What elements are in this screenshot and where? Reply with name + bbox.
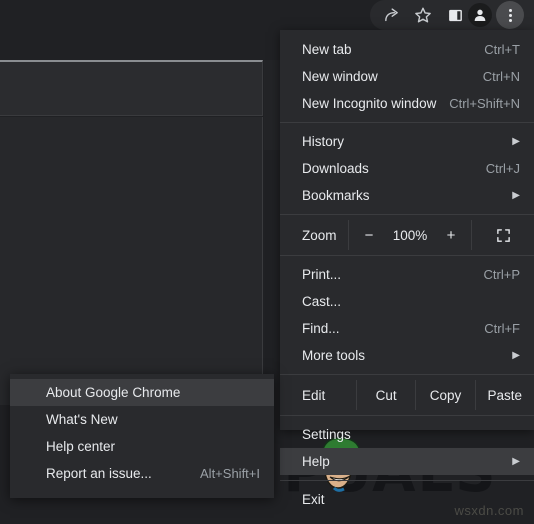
page-card-body: [0, 117, 263, 405]
profile-avatar-icon[interactable]: [468, 3, 492, 27]
menu-item-cast[interactable]: Cast...: [280, 288, 534, 315]
menu-divider: [280, 122, 534, 123]
bookmark-star-icon[interactable]: [410, 2, 436, 28]
menu-divider: [280, 374, 534, 375]
menu-item-label: Downloads: [302, 161, 369, 176]
menu-divider: [280, 415, 534, 416]
chevron-right-icon: ▶: [512, 455, 520, 467]
submenu-item-label: Help center: [46, 439, 116, 454]
submenu-item-about-google-chrome[interactable]: About Google Chrome: [10, 379, 274, 406]
page-right-edge: [264, 60, 280, 150]
menu-item-find[interactable]: Find... Ctrl+F: [280, 315, 534, 342]
cut-button[interactable]: Cut: [357, 388, 415, 403]
edit-row: Edit Cut Copy Paste: [280, 380, 534, 410]
menu-item-new-window[interactable]: New window Ctrl+N: [280, 63, 534, 90]
submenu-item-label: About Google Chrome: [46, 385, 181, 400]
menu-item-label: Cast...: [302, 294, 342, 309]
menu-item-label: Bookmarks: [302, 188, 370, 203]
browser-toolbar: [0, 0, 534, 30]
submenu-item-label: Report an issue...: [46, 466, 152, 481]
menu-item-label: Exit: [302, 492, 325, 507]
help-submenu: About Google Chrome What's New Help cent…: [10, 374, 274, 498]
menu-item-accel: Ctrl+F: [484, 321, 520, 336]
menu-divider: [280, 480, 534, 481]
copy-button[interactable]: Copy: [416, 388, 474, 403]
menu-item-new-tab[interactable]: New tab Ctrl+T: [280, 36, 534, 63]
menu-item-history[interactable]: History ▶: [280, 128, 534, 155]
submenu-item-help-center[interactable]: Help center: [10, 433, 274, 460]
menu-item-settings[interactable]: Settings: [280, 421, 534, 448]
side-panel-icon[interactable]: [442, 2, 468, 28]
submenu-item-report-an-issue[interactable]: Report an issue... Alt+Shift+I: [10, 460, 274, 487]
menu-item-accel: Ctrl+N: [482, 69, 520, 84]
chevron-right-icon: ▶: [512, 135, 520, 147]
menu-item-accel: Ctrl+T: [484, 42, 520, 57]
menu-item-label: Find...: [302, 321, 340, 336]
submenu-item-label: What's New: [46, 412, 118, 427]
menu-item-print[interactable]: Print... Ctrl+P: [280, 261, 534, 288]
zoom-level-value: 100%: [392, 227, 428, 243]
chevron-right-icon: ▶: [512, 349, 520, 361]
three-dot-menu-icon[interactable]: [496, 1, 524, 29]
share-icon[interactable]: [378, 2, 404, 28]
menu-item-label: Settings: [302, 427, 351, 442]
menu-item-more-tools[interactable]: More tools ▶: [280, 342, 534, 369]
menu-item-label: New tab: [302, 42, 352, 57]
zoom-row: Zoom − 100% +: [280, 220, 534, 250]
paste-button[interactable]: Paste: [476, 388, 534, 403]
menu-item-label: New Incognito window: [302, 96, 437, 111]
browser-window: APPUALS wsxdn.com: [0, 0, 534, 524]
menu-item-downloads[interactable]: Downloads Ctrl+J: [280, 155, 534, 182]
menu-item-accel: Ctrl+Shift+N: [449, 96, 520, 111]
fullscreen-button[interactable]: [472, 228, 534, 243]
menu-divider: [280, 214, 534, 215]
submenu-item-accel: Alt+Shift+I: [200, 466, 260, 481]
three-dot-glyph: [508, 8, 512, 22]
menu-item-accel: Ctrl+J: [485, 161, 520, 176]
menu-item-label: Help: [302, 454, 330, 469]
menu-item-label: More tools: [302, 348, 366, 363]
menu-item-exit[interactable]: Exit: [280, 486, 534, 513]
zoom-label: Zoom: [302, 227, 337, 243]
zoom-in-button[interactable]: +: [443, 227, 459, 244]
menu-item-label: History: [302, 134, 345, 149]
chrome-main-menu: New tab Ctrl+T New window Ctrl+N New Inc…: [280, 30, 534, 507]
menu-item-accel: Ctrl+P: [483, 267, 520, 282]
menu-divider: [280, 255, 534, 256]
menu-item-label: New window: [302, 69, 378, 84]
edit-label: Edit: [302, 387, 326, 403]
menu-item-help[interactable]: Help ▶: [280, 448, 534, 475]
zoom-controls: − 100% +: [349, 227, 471, 244]
menu-item-label: Print...: [302, 267, 342, 282]
chevron-right-icon: ▶: [512, 189, 520, 201]
menu-item-bookmarks[interactable]: Bookmarks ▶: [280, 182, 534, 209]
submenu-item-whats-new[interactable]: What's New: [10, 406, 274, 433]
menu-item-new-incognito-window[interactable]: New Incognito window Ctrl+Shift+N: [280, 90, 534, 117]
page-card-top: [0, 60, 263, 116]
zoom-out-button[interactable]: −: [361, 227, 377, 244]
